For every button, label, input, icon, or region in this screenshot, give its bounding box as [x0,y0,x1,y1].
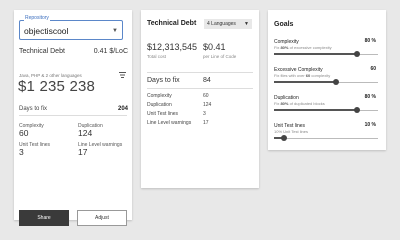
chevron-down-icon: ▼ [244,21,249,27]
metric-value: 3 [203,111,206,117]
card-title: Technical Debt [147,20,197,27]
days-to-fix-value: 84 [203,77,211,84]
technical-debt-card: Technical Debt 4 Languages ▼ $12,313,545… [141,10,259,188]
goal-slider[interactable] [274,51,378,57]
share-button[interactable]: Share [19,210,69,226]
per-loc-label: per Line of Code [203,54,237,59]
metric-value: 17 [203,120,209,126]
metric-value: 17 [78,147,88,157]
goal-percent: 60 [370,66,376,72]
adjust-button[interactable]: Adjust [77,210,127,226]
slider-handle[interactable] [354,51,361,57]
repository-label: Repository [24,15,50,21]
goal-slider[interactable] [274,107,378,113]
goals-card: Goals Complexity 80 % Fix 80% of excessi… [268,10,386,150]
goal-description: Fix files with over 60 complexity [274,73,331,78]
metric-value: 124 [78,128,93,138]
metric-value: 60 [203,93,209,99]
goal-percent: 80 % [364,38,376,44]
goal-description: Fix 80% of duplicated blocks [274,101,325,106]
repository-select[interactable]: Repository objectiscool ▼ [19,15,123,40]
total-cost-value: $12,313,545 [147,42,198,52]
mobile-debt-card: Repository objectiscool ▼ Technical Debt… [14,10,132,226]
language-select[interactable]: 4 Languages ▼ [204,19,252,29]
goal-description: 10% Unit Test lines [274,129,308,134]
metric-label: Unit Test lines [147,111,179,117]
slider-handle[interactable] [281,135,288,141]
days-to-fix-label: Days to fix [19,106,48,112]
filter-icon[interactable] [119,72,126,78]
days-to-fix-label: Days to fix [147,77,180,84]
technical-debt-label: Technical Debt [19,48,65,55]
repository-value: objectiscool [24,26,69,36]
divider [19,115,127,116]
metric-label: Line Level warnings [147,120,192,126]
slider-handle[interactable] [354,107,361,113]
goal-slider[interactable] [274,79,378,85]
days-to-fix-value: 204 [117,106,128,112]
goal-slider[interactable] [274,135,378,141]
metric-label: Complexity [147,93,172,99]
slider-handle[interactable] [333,79,340,85]
metric-value: 60 [19,128,29,138]
language-select-value: 4 Languages [207,21,236,27]
metric-label: Duplication [147,102,172,108]
metric-value: 124 [203,102,212,108]
technical-debt-value: 0.41 $/LoC [93,48,128,55]
total-cost: $1 235 238 [18,78,96,95]
divider [147,88,253,89]
total-cost-label: Total cost [147,54,167,59]
per-loc-value: $0.41 [203,42,226,52]
metric-value: 3 [19,147,24,157]
divider [147,72,253,73]
card-title: Goals [274,21,294,28]
goal-description: Fix 80% of excessive complexity [274,45,332,50]
goal-percent: 10 % [364,122,376,128]
goal-percent: 80 % [364,94,376,100]
chevron-down-icon: ▼ [112,28,118,34]
